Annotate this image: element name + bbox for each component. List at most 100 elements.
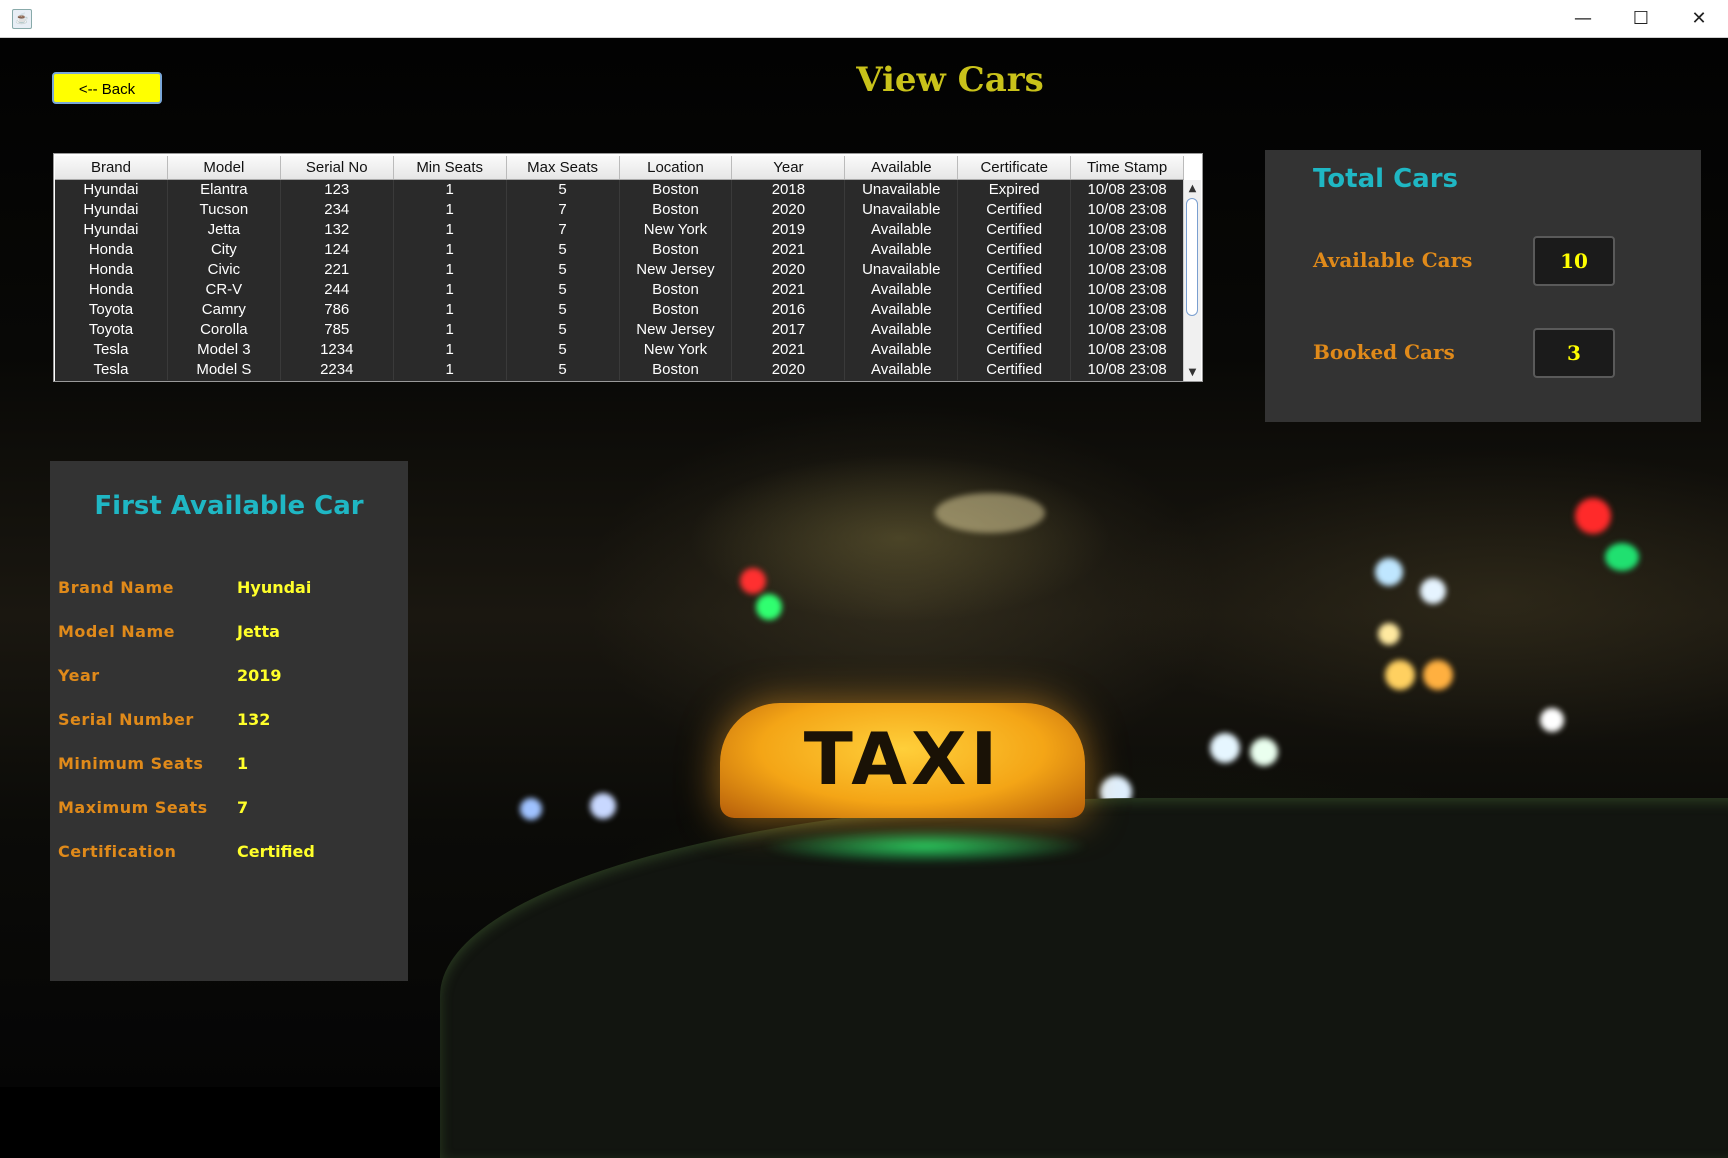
table-cell: 10/08 23:08 <box>1071 240 1184 260</box>
model-name-value: Jetta <box>237 622 280 641</box>
maximum-seats-value: 7 <box>237 798 249 817</box>
minimize-button[interactable]: — <box>1554 0 1612 37</box>
table-cell: Available <box>845 340 959 360</box>
table-cell: 1 <box>394 200 507 220</box>
bokeh-light <box>1575 498 1611 534</box>
table-cell: Boston <box>620 360 733 380</box>
table-cell: Certified <box>958 220 1072 240</box>
bokeh-light <box>935 493 1045 533</box>
certification-value: Certified <box>237 842 315 861</box>
table-cell: 132 <box>281 220 394 240</box>
model-name-row: Model Name Jetta <box>58 622 398 644</box>
table-cell: Tucson <box>168 200 281 220</box>
column-header[interactable]: Serial No <box>281 156 394 179</box>
table-body[interactable]: Hyundai Elantra 123 1 5 Boston 2018 Unavailable… <box>55 180 1184 381</box>
table-cell: 5 <box>507 360 620 380</box>
table-scrollbar[interactable]: ▲ ▼ <box>1183 180 1201 381</box>
column-header[interactable]: Time Stamp <box>1071 156 1185 179</box>
table-cell: Certified <box>958 280 1072 300</box>
table-row[interactable]: Hyundai Tucson 234 1 7 Boston 2020 Unavailable C… <box>55 200 1184 220</box>
table-cell: Boston <box>620 240 733 260</box>
first-available-car-panel: First Available Car Brand Name Hyundai M… <box>50 461 408 981</box>
table-cell: Civic <box>168 260 281 280</box>
table-cell: 2016 <box>732 300 846 320</box>
table-cell: Toyota <box>55 300 168 320</box>
table-row[interactable]: Toyota Camry 786 1 5 Boston 2016 Available Certi… <box>55 300 1184 320</box>
table-cell: 2018 <box>732 180 846 200</box>
table-row[interactable]: Hyundai Elantra 123 1 5 Boston 2018 Unavailable… <box>55 180 1184 200</box>
table-cell: 10/08 23:08 <box>1071 200 1184 220</box>
table-row[interactable]: Tesla Model S 2234 1 5 Boston 2020 Available Cer… <box>55 360 1184 380</box>
table-cell: 1 <box>394 360 507 380</box>
column-header[interactable]: Min Seats <box>394 156 507 179</box>
cars-table[interactable]: Brand Model Serial No Min Seats Max Seats Loc… <box>53 153 1203 382</box>
scroll-thumb[interactable] <box>1186 198 1198 316</box>
table-cell: 5 <box>507 260 620 280</box>
table-cell: Camry <box>168 300 281 320</box>
table-cell: Honda <box>55 260 168 280</box>
table-cell: 7 <box>507 200 620 220</box>
brand-name-value: Hyundai <box>237 578 312 597</box>
taxi-sign: TAXI <box>720 703 1085 818</box>
table-cell: 1 <box>394 340 507 360</box>
table-cell: 785 <box>281 320 394 340</box>
table-cell: 5 <box>507 320 620 340</box>
table-row[interactable]: Honda Civic 221 1 5 New Jersey 2020 Unavailable… <box>55 260 1184 280</box>
table-cell: Jetta <box>168 220 281 240</box>
table-cell: 2020 <box>732 260 846 280</box>
table-cell: 123 <box>281 180 394 200</box>
table-cell: Available <box>845 320 959 340</box>
bokeh-light <box>1605 543 1639 571</box>
column-header[interactable]: Location <box>620 156 733 179</box>
table-cell: New York <box>620 220 733 240</box>
table-cell: 2021 <box>732 240 846 260</box>
bokeh-light <box>1210 733 1240 763</box>
maximum-seats-row: Maximum Seats 7 <box>58 798 398 820</box>
table-cell: 2019 <box>732 220 846 240</box>
column-header[interactable]: Available <box>845 156 959 179</box>
bokeh-light <box>1540 708 1564 732</box>
minimum-seats-value: 1 <box>237 754 249 773</box>
table-cell: 2020 <box>732 360 846 380</box>
table-row[interactable]: Toyota Corolla 785 1 5 New Jersey 2017 Availabl… <box>55 320 1184 340</box>
table-row[interactable]: Tesla Model 3 1234 1 5 New York 2021 Available C… <box>55 340 1184 360</box>
table-cell: 1234 <box>281 340 394 360</box>
maximize-button[interactable]: ☐ <box>1612 0 1670 37</box>
table-cell: 2021 <box>732 280 846 300</box>
scroll-down-arrow-icon[interactable]: ▼ <box>1184 364 1201 381</box>
table-header: Brand Model Serial No Min Seats Max Seats Loc… <box>55 156 1185 180</box>
table-cell: New York <box>620 340 733 360</box>
table-row[interactable]: Honda City 124 1 5 Boston 2021 Available Certifi… <box>55 240 1184 260</box>
bokeh-light <box>1250 738 1278 766</box>
table-cell: 244 <box>281 280 394 300</box>
table-cell: Tesla <box>55 360 168 380</box>
table-cell: 10/08 23:08 <box>1071 340 1184 360</box>
close-button[interactable]: ✕ <box>1670 0 1728 37</box>
bokeh-light <box>520 798 542 820</box>
table-cell: 124 <box>281 240 394 260</box>
java-app-icon: ☕ <box>12 9 32 29</box>
table-cell: 5 <box>507 340 620 360</box>
table-cell: 10/08 23:08 <box>1071 280 1184 300</box>
table-cell: 786 <box>281 300 394 320</box>
bokeh-light <box>1423 660 1453 690</box>
serial-number-row: Serial Number 132 <box>58 710 398 732</box>
table-cell: Expired <box>958 180 1072 200</box>
table-cell: Available <box>845 240 959 260</box>
back-button[interactable]: <-- Back <box>52 72 162 104</box>
column-header[interactable]: Model <box>168 156 281 179</box>
column-header[interactable]: Max Seats <box>507 156 620 179</box>
table-row[interactable]: Hyundai Jetta 132 1 7 New York 2019 Available Ce… <box>55 220 1184 240</box>
year-label: Year <box>58 666 100 685</box>
bokeh-light <box>756 594 782 620</box>
table-cell: Boston <box>620 180 733 200</box>
column-header[interactable]: Year <box>732 156 846 179</box>
table-cell: Available <box>845 220 959 240</box>
column-header[interactable]: Certificate <box>958 156 1072 179</box>
scroll-up-arrow-icon[interactable]: ▲ <box>1184 180 1201 197</box>
column-header[interactable]: Brand <box>55 156 168 179</box>
brand-name-row: Brand Name Hyundai <box>58 578 398 600</box>
table-cell: 5 <box>507 280 620 300</box>
table-row[interactable]: Honda CR-V 244 1 5 Boston 2021 Available Certifi… <box>55 280 1184 300</box>
table-cell: Certified <box>958 360 1072 380</box>
